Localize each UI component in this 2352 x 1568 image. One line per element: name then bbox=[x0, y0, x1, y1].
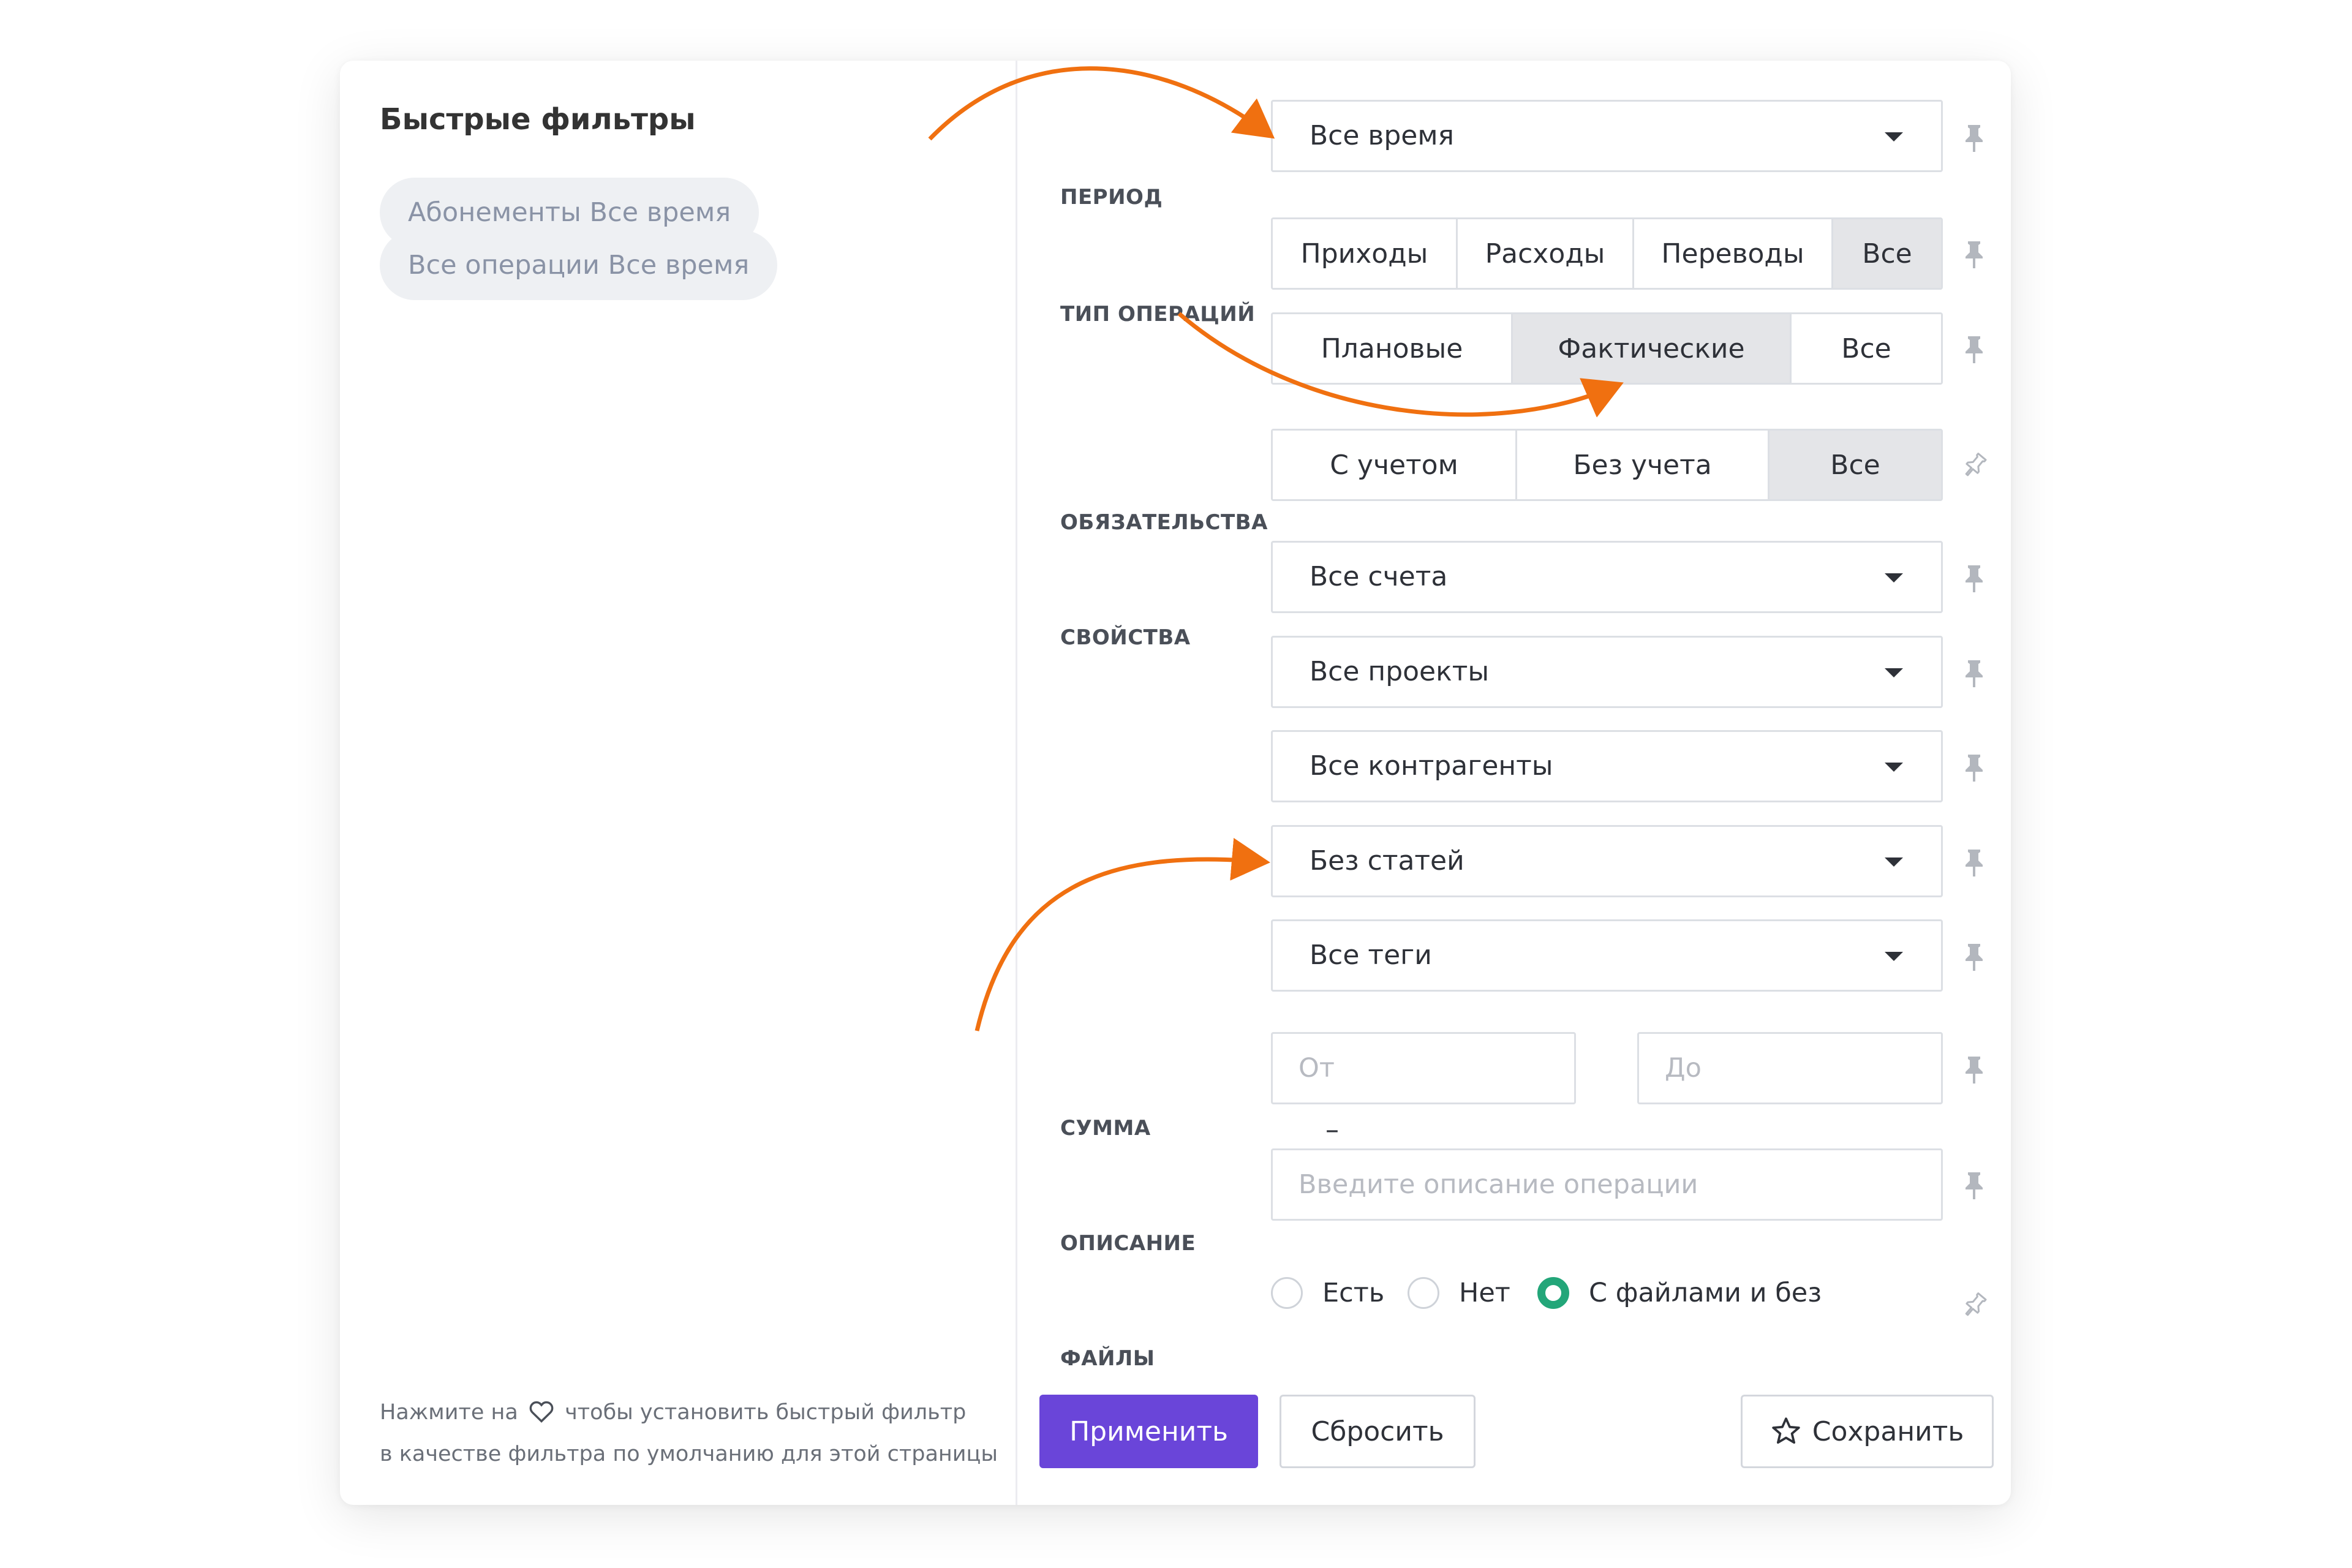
counterparties-select[interactable]: Все контрагенты bbox=[1271, 730, 1943, 802]
files-radio-yes[interactable]: Есть bbox=[1271, 1277, 1384, 1309]
segment-transfers[interactable]: Переводы bbox=[1634, 219, 1833, 288]
pin-icon[interactable] bbox=[1961, 335, 1988, 364]
segment-without-obligations[interactable]: Без учета bbox=[1517, 431, 1770, 499]
pin-icon[interactable] bbox=[1961, 124, 1988, 153]
pin-outline-icon[interactable] bbox=[1961, 451, 1988, 481]
amount-to-input[interactable] bbox=[1637, 1032, 1943, 1104]
files-label: ФАЙЛЫ bbox=[1060, 1346, 1155, 1371]
chevron-down-icon bbox=[1885, 132, 1903, 141]
radio-circle bbox=[1408, 1277, 1439, 1309]
segment-planned[interactable]: Плановые bbox=[1273, 314, 1513, 383]
quick-filters-panel: Быстрые фильтры Абонементы Все время Все… bbox=[340, 61, 1017, 1505]
quick-filters-title: Быстрые фильтры bbox=[380, 102, 696, 137]
period-select[interactable]: Все время bbox=[1271, 100, 1943, 172]
obligations-label: ОБЯЗАТЕЛЬСТВА bbox=[1060, 510, 1268, 535]
reset-button[interactable]: Сбросить bbox=[1280, 1395, 1476, 1468]
tags-select[interactable]: Все теги bbox=[1271, 919, 1943, 992]
radio-circle bbox=[1271, 1277, 1303, 1309]
files-radio-no[interactable]: Нет bbox=[1408, 1277, 1510, 1309]
pin-icon[interactable] bbox=[1961, 848, 1988, 878]
segment-all[interactable]: Все bbox=[1833, 219, 1941, 288]
amount-label: СУММА bbox=[1060, 1116, 1151, 1140]
description-input[interactable] bbox=[1271, 1148, 1943, 1221]
pin-icon[interactable] bbox=[1961, 1055, 1988, 1085]
apply-button[interactable]: Применить bbox=[1039, 1395, 1258, 1468]
operation-type-segmented: Приходы Расходы Переводы Все bbox=[1271, 217, 1943, 290]
accounts-select[interactable]: Все счета bbox=[1271, 541, 1943, 613]
pin-icon[interactable] bbox=[1961, 943, 1988, 972]
filter-panel: Быстрые фильтры Абонементы Все время Все… bbox=[340, 61, 2011, 1505]
pin-icon[interactable] bbox=[1961, 564, 1988, 594]
pin-icon[interactable] bbox=[1961, 659, 1988, 688]
chevron-down-icon bbox=[1885, 573, 1903, 582]
pin-icon[interactable] bbox=[1961, 1171, 1988, 1200]
plan-fact-segmented: Плановые Фактические Все bbox=[1271, 312, 1943, 385]
heart-icon bbox=[529, 1397, 554, 1435]
pin-outline-icon[interactable] bbox=[1961, 1291, 1988, 1321]
period-label: ПЕРИОД bbox=[1060, 185, 1163, 209]
save-button[interactable]: Сохранить bbox=[1741, 1395, 1994, 1468]
quick-filter-chip[interactable]: Все операции Все время bbox=[380, 230, 778, 300]
projects-select[interactable]: Все проекты bbox=[1271, 636, 1943, 708]
articles-select[interactable]: Без статей bbox=[1271, 825, 1943, 897]
star-icon bbox=[1771, 1417, 1801, 1446]
operation-type-label: ТИП ОПЕРАЦИЙ bbox=[1060, 302, 1256, 326]
files-radio-any[interactable]: С файлами и без bbox=[1537, 1277, 1822, 1309]
segment-all[interactable]: Все bbox=[1792, 314, 1941, 383]
obligations-segmented: С учетом Без учета Все bbox=[1271, 429, 1943, 501]
amount-from-input[interactable] bbox=[1271, 1032, 1576, 1104]
segment-expenses[interactable]: Расходы bbox=[1458, 219, 1634, 288]
pin-icon[interactable] bbox=[1961, 240, 1988, 270]
description-label: ОПИСАНИЕ bbox=[1060, 1231, 1196, 1256]
quick-filter-hint: Нажмите на чтобы установить быстрый филь… bbox=[380, 1393, 1005, 1473]
pin-icon[interactable] bbox=[1961, 753, 1988, 783]
chevron-down-icon bbox=[1885, 952, 1903, 961]
chevron-down-icon bbox=[1885, 858, 1903, 867]
chevron-down-icon bbox=[1885, 668, 1903, 677]
segment-with-obligations[interactable]: С учетом bbox=[1273, 431, 1517, 499]
segment-all[interactable]: Все bbox=[1770, 431, 1941, 499]
segment-income[interactable]: Приходы bbox=[1273, 219, 1458, 288]
radio-circle-selected bbox=[1537, 1277, 1569, 1309]
segment-actual[interactable]: Фактические bbox=[1513, 314, 1792, 383]
amount-separator: – bbox=[1325, 1114, 1339, 1145]
properties-label: СВОЙСТВА bbox=[1060, 625, 1191, 650]
chevron-down-icon bbox=[1885, 763, 1903, 772]
filters-form: ПЕРИОД Все время ТИП ОПЕРАЦИЙ Приходы Ра… bbox=[1017, 61, 2011, 1505]
